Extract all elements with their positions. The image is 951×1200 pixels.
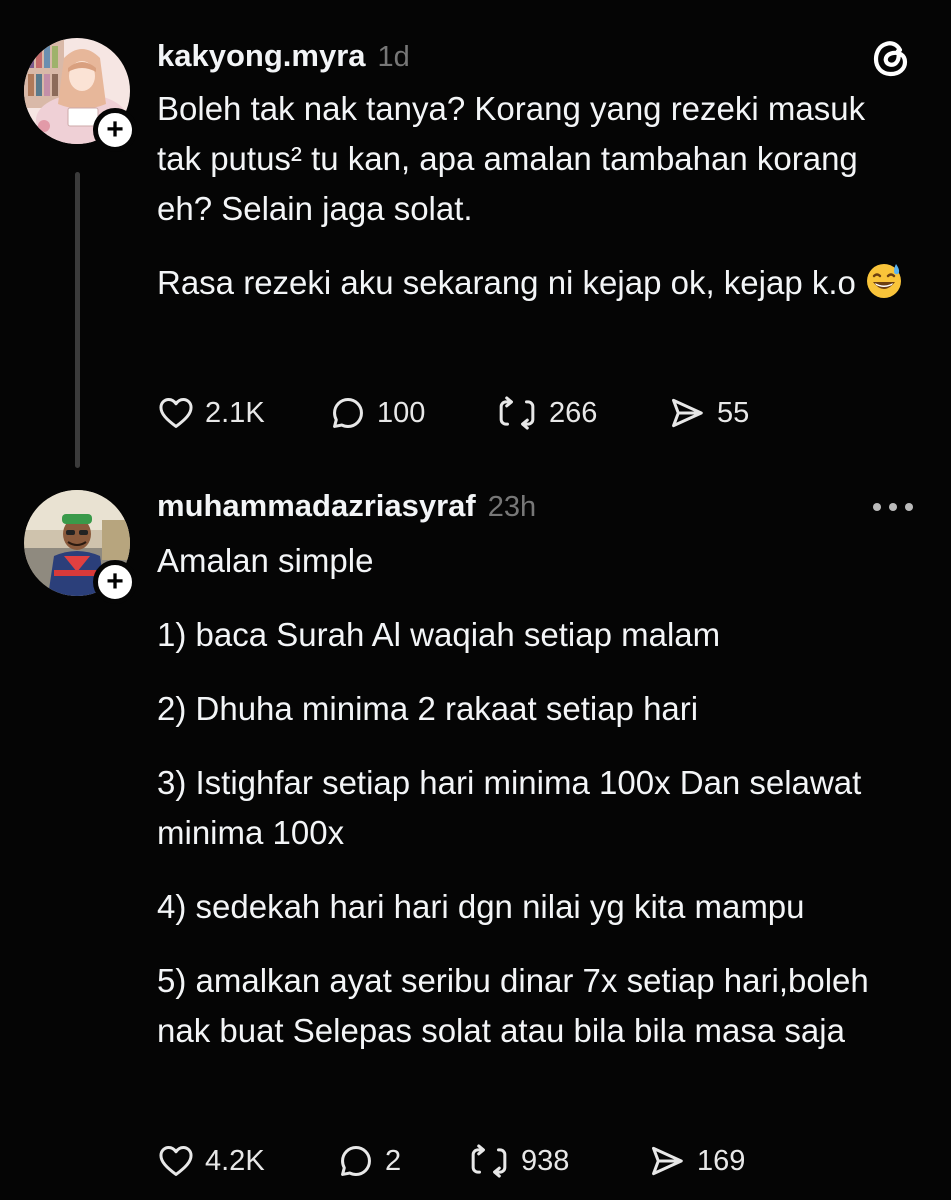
- share-count: 169: [697, 1144, 746, 1177]
- plus-icon: +: [106, 113, 124, 146]
- post-paragraph: 5) amalkan ayat seribu dinar 7x setiap h…: [157, 962, 869, 1049]
- like-count: 4.2K: [205, 1144, 265, 1177]
- post-body: Amalan simple 1) baca Surah Al waqiah se…: [157, 536, 917, 1080]
- like-button[interactable]: 2.1K: [157, 394, 329, 432]
- post-timestamp[interactable]: 1d: [378, 41, 410, 74]
- post-paragraph: 4) sedekah hari hari dgn nilai yg kita m…: [157, 888, 805, 925]
- thread-post-original: + kakyong.myra 1d Boleh tak nak tanya? K…: [0, 0, 951, 470]
- heart-icon: [159, 1146, 193, 1176]
- like-count: 2.1K: [205, 396, 265, 429]
- heart-icon: [159, 398, 193, 428]
- post-actions: 2.1K 100 266 55: [157, 390, 749, 436]
- post-paragraph: 1) baca Surah Al waqiah setiap malam: [157, 616, 721, 653]
- repost-button[interactable]: 938: [467, 1142, 647, 1180]
- repost-arrows-icon: [471, 1144, 507, 1178]
- post-timestamp[interactable]: 23h: [488, 491, 536, 524]
- send-paper-plane-icon: [672, 398, 703, 428]
- reply-count: 2: [385, 1144, 402, 1177]
- post-paragraph: 2) Dhuha minima 2 rakaat setiap hari: [157, 690, 699, 727]
- repost-button[interactable]: 266: [495, 394, 667, 432]
- comment-bubble-icon: [341, 1146, 371, 1176]
- comment-bubble-icon: [333, 398, 363, 428]
- plus-icon: +: [106, 565, 124, 598]
- share-button[interactable]: 55: [667, 394, 749, 432]
- post-paragraph: Boleh tak nak tanya? Korang yang rezeki …: [157, 90, 866, 227]
- like-button[interactable]: 4.2K: [157, 1142, 337, 1180]
- repost-count: 266: [549, 396, 598, 429]
- thread-connector-line: [75, 172, 80, 468]
- post-actions: 4.2K 2 938 169: [157, 1138, 745, 1184]
- more-dots-icon[interactable]: [873, 500, 913, 514]
- repost-arrows-icon: [499, 396, 535, 430]
- thread-post-reply: + muhammadazriasyraf 23h Amalan simple 1…: [0, 470, 951, 1200]
- follow-button[interactable]: +: [93, 560, 137, 604]
- post-paragraph: 3) Istighfar setiap hari minima 100x Dan…: [157, 764, 862, 851]
- share-count: 55: [717, 396, 750, 429]
- follow-button[interactable]: +: [93, 108, 137, 152]
- post-body: Boleh tak nak tanya? Korang yang rezeki …: [157, 84, 917, 332]
- repost-count: 938: [521, 1144, 570, 1177]
- reply-button[interactable]: 100: [329, 394, 495, 432]
- post-header: muhammadazriasyraf 23h: [157, 488, 536, 524]
- send-paper-plane-icon: [652, 1146, 683, 1176]
- threads-logo-icon[interactable]: [869, 36, 913, 80]
- post-paragraph: Rasa rezeki aku sekarang ni kejap ok, ke…: [157, 258, 917, 308]
- post-header: kakyong.myra 1d: [157, 38, 410, 74]
- username[interactable]: kakyong.myra: [157, 38, 366, 74]
- reply-count: 100: [377, 396, 426, 429]
- reply-button[interactable]: 2: [337, 1142, 467, 1180]
- sweat-smile-emoji: [866, 264, 901, 298]
- post-paragraph: Amalan simple: [157, 542, 374, 579]
- share-button[interactable]: 169: [647, 1142, 745, 1180]
- username[interactable]: muhammadazriasyraf: [157, 488, 476, 524]
